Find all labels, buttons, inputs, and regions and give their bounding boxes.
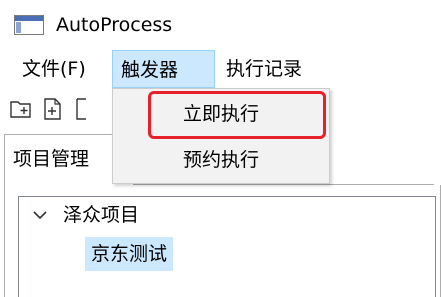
tab-label: 项目管理 bbox=[13, 148, 90, 170]
menu-bar: 文件(F) 触发器 执行记录 bbox=[0, 50, 441, 90]
menu-trigger[interactable]: 触发器 bbox=[112, 50, 215, 88]
toolbar-icon-partial[interactable] bbox=[72, 96, 86, 122]
menu-item-run-now[interactable]: 立即执行 bbox=[113, 93, 329, 135]
window-app-icon bbox=[14, 15, 44, 35]
new-file-icon[interactable] bbox=[40, 96, 66, 122]
chevron-down-icon[interactable] bbox=[31, 206, 49, 224]
menu-item-label: 立即执行 bbox=[183, 103, 260, 125]
tree-node-root[interactable]: 泽众项目 bbox=[63, 201, 139, 229]
app-window: AutoProcess 文件(F) 触发器 执行记录 项目管理 泽众项目 京东测… bbox=[0, 0, 441, 297]
menu-file[interactable]: 文件(F) bbox=[14, 50, 108, 88]
window-title: AutoProcess bbox=[56, 14, 173, 36]
project-tree[interactable]: 泽众项目 京东测试 bbox=[18, 196, 436, 297]
menu-item-schedule-run[interactable]: 预约执行 bbox=[113, 139, 329, 181]
new-folder-icon[interactable] bbox=[8, 96, 34, 122]
menu-item-label: 预约执行 bbox=[183, 149, 260, 171]
title-bar: AutoProcess bbox=[0, 0, 441, 50]
tree-node-child[interactable]: 京东测试 bbox=[85, 237, 174, 271]
trigger-dropdown-menu: 立即执行 预约执行 bbox=[112, 88, 330, 184]
menu-execution-history[interactable]: 执行记录 bbox=[218, 50, 338, 88]
